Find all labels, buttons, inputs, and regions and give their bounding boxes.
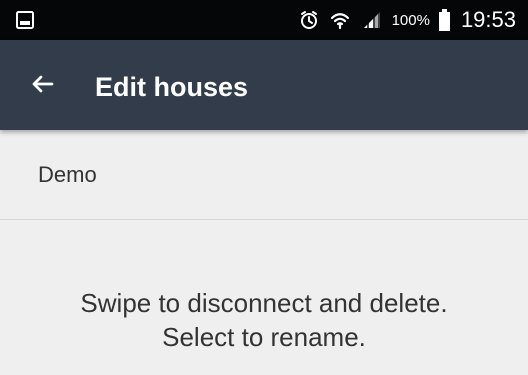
house-list-item-demo[interactable]: Demo <box>0 130 528 219</box>
house-name: Demo <box>38 161 97 187</box>
status-bar-indicators: 100% 19:53 <box>298 0 516 40</box>
wifi-icon <box>328 8 352 32</box>
back-arrow-icon <box>29 70 57 103</box>
status-bar: 100% 19:53 <box>0 0 528 40</box>
page-title: Edit houses <box>95 72 249 102</box>
battery-percentage: 100% <box>391 11 430 29</box>
edit-instructions: Swipe to disconnect and delete. Select t… <box>0 286 528 354</box>
list-divider <box>0 219 528 220</box>
status-time: 19:53 <box>460 7 516 32</box>
screenshot-icon <box>14 9 36 31</box>
house-list: Demo <box>0 130 528 220</box>
battery-icon <box>438 8 451 32</box>
instruction-line-select: Select to rename. <box>162 322 366 352</box>
instruction-line-swipe: Swipe to disconnect and delete. <box>80 288 448 318</box>
cellular-signal-icon <box>360 9 384 31</box>
alarm-clock-icon <box>298 9 320 31</box>
app-bar: Edit houses <box>0 40 528 130</box>
back-button[interactable] <box>28 71 58 101</box>
edit-houses-screen: 100% 19:53 Edit houses Demo Swipe to dis… <box>0 0 528 375</box>
